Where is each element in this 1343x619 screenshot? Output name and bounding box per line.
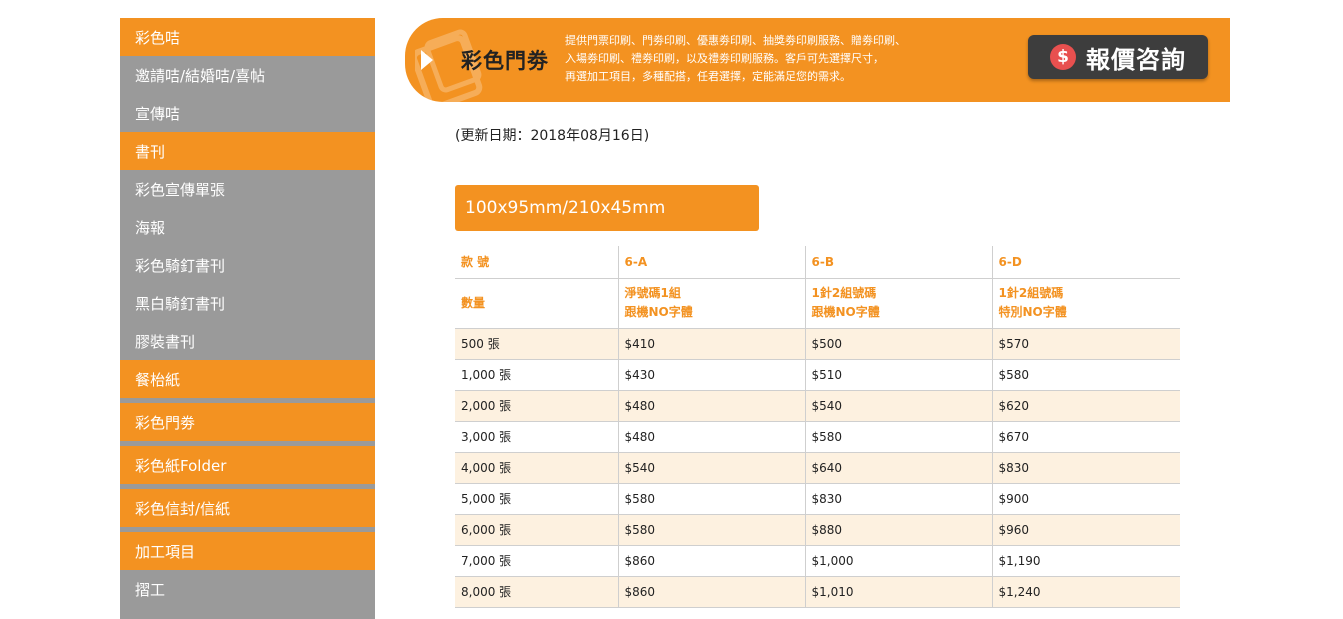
sidebar-item-books[interactable]: 書刊 bbox=[120, 132, 375, 170]
table-cell: $430 bbox=[617, 359, 805, 391]
table-cell: $1,190 bbox=[991, 545, 1180, 577]
header-cell: 6-D bbox=[991, 246, 1180, 279]
table-cell: $480 bbox=[617, 421, 805, 453]
table-cell: $580 bbox=[991, 359, 1180, 391]
table-cell: $410 bbox=[617, 328, 805, 360]
sidebar-item-folding[interactable]: 摺工 bbox=[120, 570, 375, 608]
table-cell: $510 bbox=[804, 359, 992, 391]
table-cell: $480 bbox=[617, 390, 805, 422]
sidebar-item-placemat[interactable]: 餐枱紙 bbox=[120, 360, 375, 398]
table-cell: $830 bbox=[804, 483, 992, 515]
table-cell: $540 bbox=[617, 452, 805, 484]
header-cell: 款 號 bbox=[455, 246, 618, 279]
table-cell: $1,240 bbox=[991, 576, 1180, 608]
page-banner: 彩色門劵 提供門票印刷、門劵印刷、優惠劵印刷、抽獎劵印刷服務、贈劵印刷、 入場劵… bbox=[405, 18, 1230, 102]
table-cell: 6,000 張 bbox=[455, 514, 618, 546]
header-line: 1針2組號碼 bbox=[998, 286, 1064, 300]
header-line: 1針2組號碼 bbox=[811, 286, 877, 300]
header-line: 特別NO字體 bbox=[998, 305, 1067, 319]
table-cell: 8,000 張 bbox=[455, 576, 618, 608]
sidebar-item-poster[interactable]: 海報 bbox=[120, 208, 375, 246]
table-cell: $500 bbox=[804, 328, 992, 360]
table-cell: $620 bbox=[991, 390, 1180, 422]
table-cell: $580 bbox=[617, 483, 805, 515]
header-line: 跟機NO字體 bbox=[624, 305, 693, 319]
header-cell: 數量 bbox=[455, 278, 618, 329]
table-cell: $880 bbox=[804, 514, 992, 546]
sidebar-item-envelope-letterhead[interactable]: 彩色信封/信紙 bbox=[120, 489, 375, 527]
table-row: 6,000 張 $580 $880 $960 bbox=[455, 514, 1180, 546]
quote-inquiry-label: 報價咨詢 bbox=[1086, 45, 1186, 74]
price-table: 款 號 6-A 6-B 6-D 數量 淨號碼1組 跟機NO字體 1針2組號碼 跟機N… bbox=[455, 246, 1180, 608]
table-cell: $900 bbox=[991, 483, 1180, 515]
header-line: 淨號碼1組 bbox=[624, 286, 681, 300]
table-cell: 1,000 張 bbox=[455, 359, 618, 391]
table-cell: 7,000 張 bbox=[455, 545, 618, 577]
header-cell: 6-B bbox=[804, 246, 992, 279]
header-cell: 1針2組號碼 跟機NO字體 bbox=[804, 278, 992, 329]
table-cell: $830 bbox=[991, 452, 1180, 484]
table-row: 4,000 張 $540 $640 $830 bbox=[455, 452, 1180, 484]
table-row: 5,000 張 $580 $830 $900 bbox=[455, 483, 1180, 515]
arrow-right-icon bbox=[421, 50, 433, 70]
table-row: 2,000 張 $480 $540 $620 bbox=[455, 390, 1180, 422]
table-cell: $580 bbox=[804, 421, 992, 453]
table-cell: $640 bbox=[804, 452, 992, 484]
update-date: (更新日期：2018年08月16日) bbox=[455, 128, 650, 144]
table-cell: $860 bbox=[617, 576, 805, 608]
table-row: 1,000 張 $430 $510 $580 bbox=[455, 359, 1180, 391]
sidebar-item-perfect-bound-book[interactable]: 膠裝書刊 bbox=[120, 322, 375, 360]
table-cell: 3,000 張 bbox=[455, 421, 618, 453]
sidebar-item-invitation-card[interactable]: 邀請咭/結婚咭/喜帖 bbox=[120, 56, 375, 94]
table-subheader-row: 數量 淨號碼1組 跟機NO字體 1針2組號碼 跟機NO字體 1針2組號碼 特別NO字體 bbox=[455, 278, 1180, 329]
table-row: 7,000 張 $860 $1,000 $1,190 bbox=[455, 545, 1180, 577]
banner-description: 提供門票印刷、門劵印刷、優惠劵印刷、抽獎劵印刷服務、贈劵印刷、 入場劵印刷、禮劵… bbox=[565, 32, 985, 86]
sidebar: 彩色咭 邀請咭/結婚咭/喜帖 宣傳咭 書刊 彩色宣傳單張 海報 彩色騎釘書刊 黑… bbox=[120, 18, 375, 619]
table-row: 3,000 張 $480 $580 $670 bbox=[455, 421, 1180, 453]
table-row: 8,000 張 $860 $1,010 $1,240 bbox=[455, 576, 1180, 608]
sidebar-item-color-ticket[interactable]: 彩色門劵 bbox=[120, 403, 375, 441]
table-cell: 4,000 張 bbox=[455, 452, 618, 484]
page-title: 彩色門劵 bbox=[461, 49, 549, 73]
sidebar-item-bw-saddle-book[interactable]: 黑白騎釘書刊 bbox=[120, 284, 375, 322]
table-cell: $540 bbox=[804, 390, 992, 422]
sidebar-item-color-flyer[interactable]: 彩色宣傳單張 bbox=[120, 170, 375, 208]
table-cell: $670 bbox=[991, 421, 1180, 453]
table-header-row: 款 號 6-A 6-B 6-D bbox=[455, 246, 1180, 279]
dollar-icon: $ bbox=[1050, 44, 1076, 70]
banner-desc-line: 入場劵印刷、禮劵印刷，以及禮劵印刷服務。客戶可先選擇尺寸， bbox=[565, 52, 884, 65]
quote-inquiry-button[interactable]: $ 報價咨詢 bbox=[1028, 35, 1208, 79]
banner-desc-line: 提供門票印刷、門劵印刷、優惠劵印刷、抽獎劵印刷服務、贈劵印刷、 bbox=[565, 34, 906, 47]
sidebar-item-color-saddle-book[interactable]: 彩色騎釘書刊 bbox=[120, 246, 375, 284]
table-cell: $570 bbox=[991, 328, 1180, 360]
table-cell: $580 bbox=[617, 514, 805, 546]
header-cell: 6-A bbox=[617, 246, 805, 279]
header-line: 數量 bbox=[461, 295, 486, 310]
sidebar-item-color-card[interactable]: 彩色咭 bbox=[120, 18, 375, 56]
table-cell: $960 bbox=[991, 514, 1180, 546]
header-cell: 淨號碼1組跟機NO字體 bbox=[617, 278, 805, 329]
table-cell: 500 張 bbox=[455, 328, 618, 360]
table-cell: 2,000 張 bbox=[455, 390, 618, 422]
header-cell: 1針2組號碼 特別NO字體 bbox=[991, 278, 1180, 329]
table-cell: $860 bbox=[617, 545, 805, 577]
sidebar-item-color-folder[interactable]: 彩色紙Folder bbox=[120, 446, 375, 484]
sidebar-item-promo-card[interactable]: 宣傳咭 bbox=[120, 94, 375, 132]
table-cell: 5,000 張 bbox=[455, 483, 618, 515]
header-line: 跟機NO字體 bbox=[811, 305, 880, 319]
table-row: 500 張 $410 $500 $570 bbox=[455, 328, 1180, 360]
table-cell: $1,010 bbox=[804, 576, 992, 608]
size-heading: 100x95mm/210x45mm bbox=[455, 185, 759, 231]
table-cell: $1,000 bbox=[804, 545, 992, 577]
sidebar-item-finishing[interactable]: 加工項目 bbox=[120, 532, 375, 570]
banner-desc-line: 再選加工項目，多種配搭，任君選擇，定能滿足您的需求。 bbox=[565, 70, 851, 83]
